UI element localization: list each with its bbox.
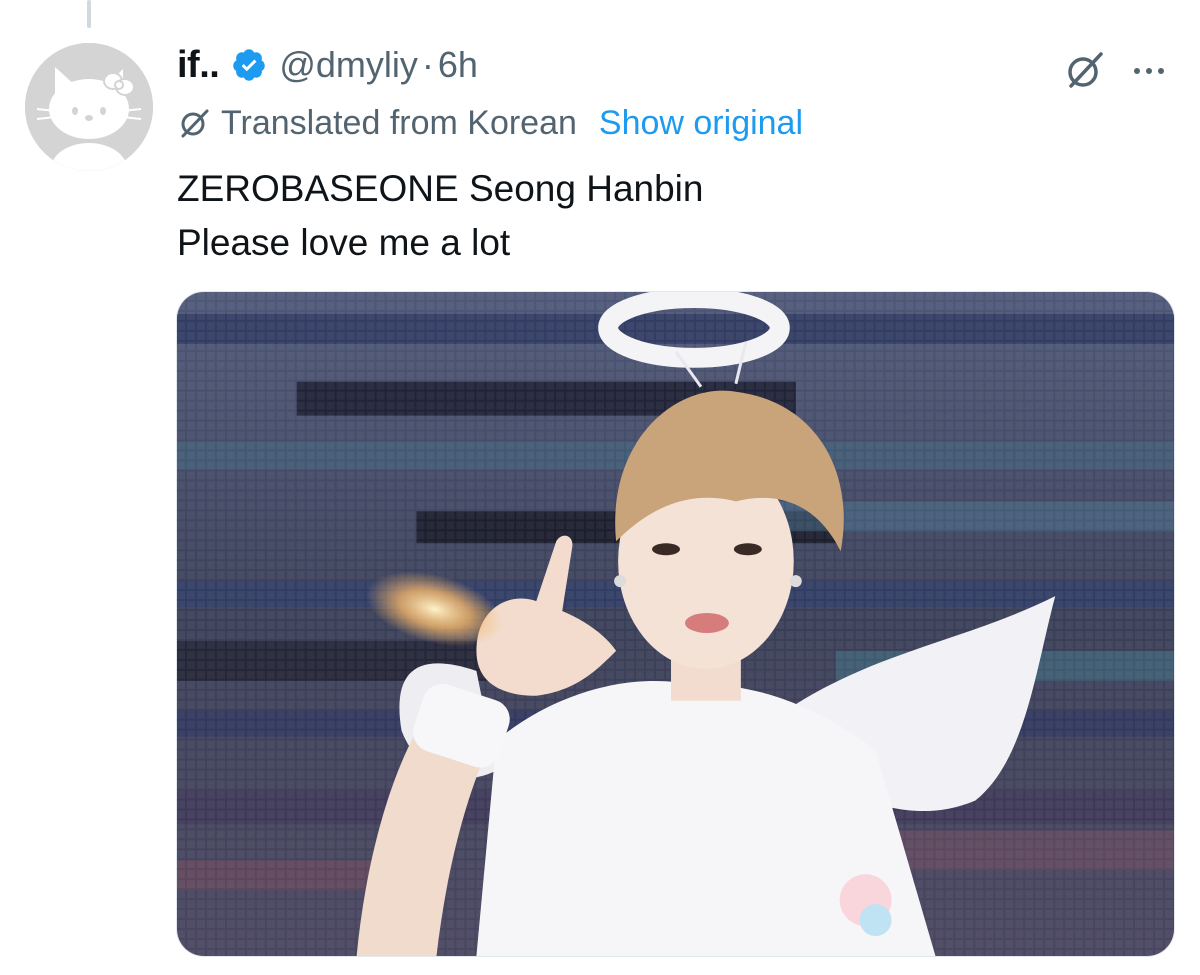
translated-from-label: Translated from Korean — [221, 103, 577, 142]
verified-badge-icon[interactable] — [231, 47, 267, 83]
tweet-photo[interactable] — [176, 291, 1175, 957]
thread-connector-line — [87, 0, 91, 28]
grok-icon[interactable] — [1063, 48, 1107, 92]
user-handle[interactable]: @dmyliy — [279, 44, 418, 86]
show-original-link[interactable]: Show original — [599, 104, 803, 143]
tweet-text-line: Please love me a lot — [177, 222, 511, 263]
avatar-image — [25, 43, 153, 171]
tweet-text-line: ZEROBASEONE Seong Hanbin — [177, 168, 704, 209]
avatar[interactable] — [25, 43, 153, 171]
translate-icon — [177, 106, 211, 140]
translation-notice: Translated from Korean Show original — [177, 100, 803, 146]
timestamp[interactable]: 6h — [438, 44, 478, 86]
tweet-text: ZEROBASEONE Seong Hanbin Please love me … — [177, 162, 1137, 270]
more-options-icon[interactable] — [1128, 50, 1170, 92]
separator-dot: · — [421, 44, 434, 85]
display-name[interactable]: if.. — [177, 44, 220, 87]
photo-angel-performer — [177, 292, 1174, 956]
tweet-header: if.. @dmyliy · 6h — [177, 38, 478, 92]
